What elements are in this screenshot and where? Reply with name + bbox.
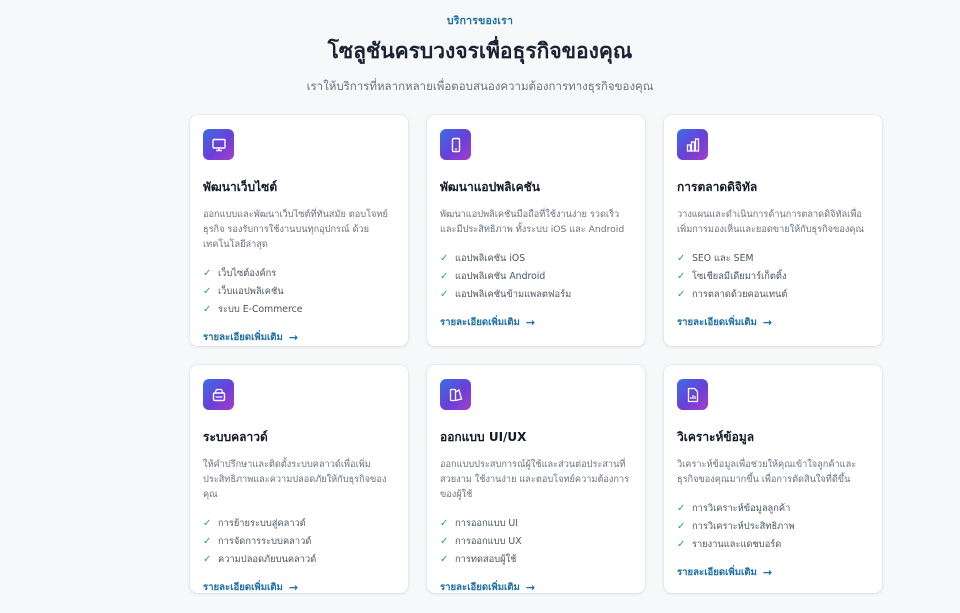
check-icon: ✓ — [203, 535, 212, 547]
bar-chart-icon — [677, 129, 708, 160]
check-icon: ✓ — [203, 303, 212, 315]
more-details-link[interactable]: รายละเอียดเพิ่มเติม → — [440, 580, 632, 595]
arrow-right-icon: → — [525, 581, 536, 594]
arrow-right-icon: → — [288, 581, 299, 594]
card-title: ออกแบบ UI/UX — [440, 430, 527, 444]
check-icon: ✓ — [677, 502, 686, 514]
check-icon: ✓ — [677, 288, 686, 300]
arrow-right-icon: → — [288, 331, 299, 344]
feature-item: ✓ SEO และ SEM — [677, 252, 754, 264]
feature-item: ✓ โซเชียลมีเดียมาร์เก็ตติ้ง — [677, 270, 787, 282]
check-icon: ✓ — [677, 520, 686, 532]
more-details-link[interactable]: รายละเอียดเพิ่มเติม → — [677, 315, 869, 330]
feature-item: ✓ การทดสอบผู้ใช้ — [440, 553, 517, 565]
service-card-cloud: ระบบคลาวด์ ให้คำปรึกษาและติดตั้งระบบคลาว… — [190, 365, 408, 595]
feature-item: ✓ ระบบ E-Commerce — [203, 303, 303, 315]
monitor-icon — [203, 129, 234, 160]
service-card-web: พัฒนาเว็บไซต์ ออกแบบและพัฒนาเว็บไซต์ที่ท… — [190, 115, 408, 346]
check-icon: ✓ — [440, 517, 449, 529]
feature-item: ✓ การออกแบบ UI — [440, 517, 518, 529]
card-description: วิเคราะห์ข้อมูลเพื่อช่วยให้คุณเข้าใจลูกค… — [677, 459, 857, 485]
feature-item: ✓ เว็บไซต์องค์กร — [203, 267, 277, 279]
more-details-link[interactable]: รายละเอียดเพิ่มเติม → — [677, 565, 869, 580]
feature-list: ✓ SEO และ SEM ✓ โซเชียลมีเดียมาร์เก็ตติ้ง … — [677, 249, 869, 303]
check-icon: ✓ — [677, 270, 686, 282]
smartphone-icon — [440, 129, 471, 160]
card-title: วิเคราะห์ข้อมูล — [677, 430, 755, 444]
arrow-right-icon: → — [762, 316, 773, 329]
feature-item: ✓ แอปพลิเคชันข้ามแพลตฟอร์ม — [440, 288, 572, 300]
feature-list: ✓ การวิเคราะห์ข้อมูลลูกค้า ✓ การวิเคราะห์ป… — [677, 499, 869, 553]
check-icon: ✓ — [440, 535, 449, 547]
service-card-app: พัฒนาแอปพลิเคชัน พัฒนาแอปพลิเคชันมือถือท… — [427, 115, 645, 346]
feature-item: ✓ แอปพลิเคชัน iOS — [440, 252, 526, 264]
services-header: บริการของเรา โซลูชันครบวงจรเพื่อธุรกิจขอ… — [0, 0, 960, 96]
feature-list: ✓ เว็บไซต์องค์กร ✓ เว็บแอปพลิเคชัน ✓ ระบบ E… — [203, 264, 395, 318]
more-details-link[interactable]: รายละเอียดเพิ่มเติม → — [203, 580, 395, 595]
feature-item: ✓ การย้ายระบบสู่คลาวด์ — [203, 517, 306, 529]
service-card-marketing: การตลาดดิจิทัล วางแผนและดำเนินการด้านการ… — [664, 115, 882, 346]
feature-item: ✓ การตลาดด้วยคอนเทนต์ — [677, 288, 788, 300]
feature-item: ✓ การวิเคราะห์ข้อมูลลูกค้า — [677, 502, 791, 514]
check-icon: ✓ — [440, 252, 449, 264]
feature-item: ✓ แอปพลิเคชัน Android — [440, 270, 546, 282]
section-subtitle: เราให้บริการที่หลากหลายเพื่อตอบสนองความต… — [306, 79, 654, 93]
section-title: โซลูชันครบวงจรเพื่อธุรกิจของคุณ — [327, 39, 633, 63]
card-title: พัฒนาเว็บไซต์ — [203, 180, 278, 194]
card-description: ออกแบบและพัฒนาเว็บไซต์ที่ทันสมัย ตอบโจทย… — [203, 209, 388, 250]
card-description: ให้คำปรึกษาและติดตั้งระบบคลาวด์เพื่อเพิ่… — [203, 459, 387, 500]
check-icon: ✓ — [440, 553, 449, 565]
check-icon: ✓ — [203, 553, 212, 565]
section-eyebrow: บริการของเรา — [446, 15, 514, 27]
card-description: ออกแบบประสบการณ์ผู้ใช้และส่วนต่อประสานที… — [440, 459, 630, 500]
check-icon: ✓ — [677, 538, 686, 550]
more-details-link[interactable]: รายละเอียดเพิ่มเติม → — [440, 315, 632, 330]
feature-item: ✓ การวิเคราะห์ประสิทธิภาพ — [677, 520, 795, 532]
feature-list: ✓ การย้ายระบบสู่คลาวด์ ✓ การจัดการระบบคลาว… — [203, 514, 395, 568]
service-card-uiux: ออกแบบ UI/UX ออกแบบประสบการณ์ผู้ใช้และส่… — [427, 365, 645, 595]
service-card-data: วิเคราะห์ข้อมูล วิเคราะห์ข้อมูลเพื่อช่วย… — [664, 365, 882, 593]
card-title: ระบบคลาวด์ — [203, 430, 268, 444]
check-icon: ✓ — [203, 267, 212, 279]
check-icon: ✓ — [677, 252, 686, 264]
feature-item: ✓ รายงานและแดชบอร์ด — [677, 538, 782, 550]
feature-item: ✓ ความปลอดภัยบนคลาวด์ — [203, 553, 317, 565]
feature-item: ✓ เว็บแอปพลิเคชัน — [203, 285, 284, 297]
check-icon: ✓ — [203, 517, 212, 529]
card-title: การตลาดดิจิทัล — [677, 180, 758, 194]
cloud-server-icon — [203, 379, 234, 410]
more-details-link[interactable]: รายละเอียดเพิ่มเติม → — [203, 330, 395, 345]
check-icon: ✓ — [440, 270, 449, 282]
check-icon: ✓ — [440, 288, 449, 300]
card-description: วางแผนและดำเนินการด้านการตลาดดิจิทัลเพื่… — [677, 209, 865, 235]
feature-item: ✓ การจัดการระบบคลาวด์ — [203, 535, 312, 547]
check-icon: ✓ — [203, 285, 212, 297]
card-description: พัฒนาแอปพลิเคชันมือถือที่ใช้งานง่าย รวดเ… — [440, 209, 625, 235]
arrow-right-icon: → — [762, 566, 773, 579]
design-icon — [440, 379, 471, 410]
arrow-right-icon: → — [525, 316, 536, 329]
feature-list: ✓ แอปพลิเคชัน iOS ✓ แอปพลิเคชัน Android ✓ แ… — [440, 249, 632, 303]
feature-list: ✓ การออกแบบ UI ✓ การออกแบบ UX ✓ การทดสอบผู้… — [440, 514, 632, 568]
card-title: พัฒนาแอปพลิเคชัน — [440, 180, 540, 194]
feature-item: ✓ การออกแบบ UX — [440, 535, 522, 547]
report-icon — [677, 379, 708, 410]
